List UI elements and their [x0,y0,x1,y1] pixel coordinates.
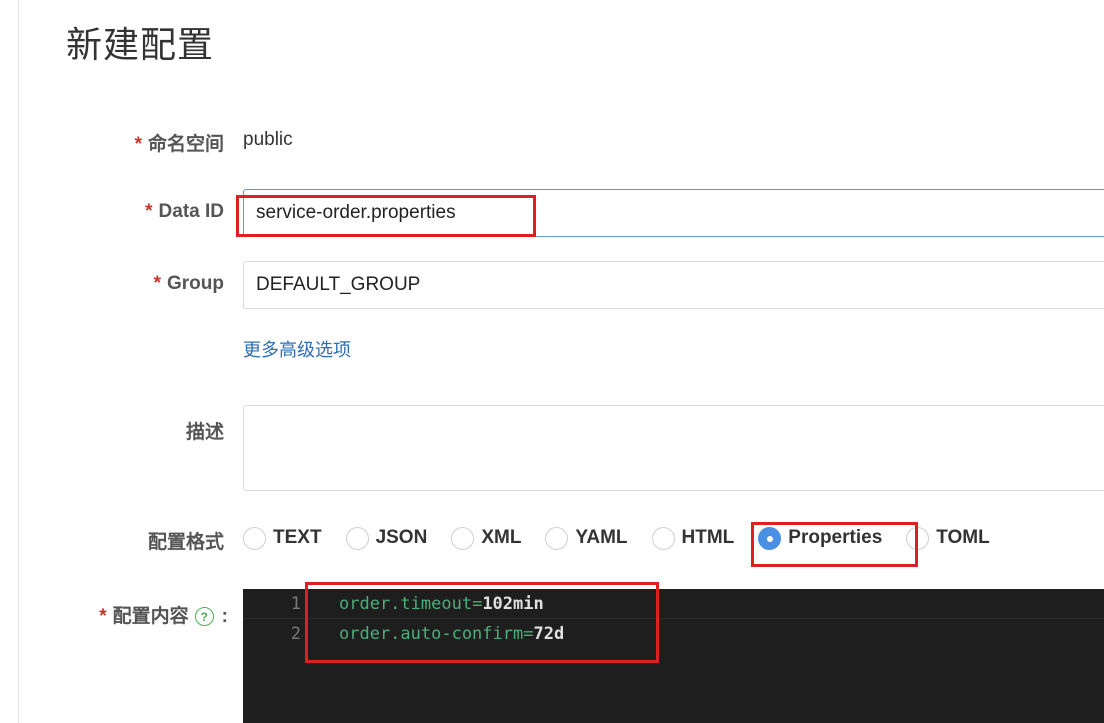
line-number: 2 [290,624,301,644]
editor-line: 2 order.auto-confirm=72d [243,619,1104,649]
format-option-yaml[interactable]: YAML [545,526,628,550]
data-id-input-value: service-order.properties [256,202,456,223]
description-textarea[interactable] [243,405,1104,491]
format-option-text[interactable]: TEXT [243,526,322,550]
help-question-icon[interactable]: ? [194,607,214,627]
property-key: order.timeout [339,593,473,614]
format-option-toml[interactable]: TOML [906,526,990,550]
namespace-value: public [243,129,293,150]
data-id-input[interactable]: service-order.properties [243,189,1104,237]
page-title: 新建配置 [66,24,215,65]
format-radio-group: TEXT JSON XML YAML HTML Properties TOML [243,522,1014,554]
group-input-value: DEFAULT_GROUP [256,274,421,295]
description-label: 描述 [185,422,224,443]
group-input[interactable]: DEFAULT_GROUP [243,261,1104,309]
property-value: 102min [482,593,544,614]
required-mark: * [153,273,161,294]
required-mark: * [99,606,107,627]
editor-line: 1 order.timeout=102min [243,589,1104,619]
format-option-json[interactable]: JSON [345,526,427,550]
advanced-options-link[interactable]: 更多高级选项 [243,336,351,362]
format-option-html[interactable]: HTML [651,526,734,550]
radio-circle-icon [545,526,569,550]
radio-circle-icon [651,526,675,550]
radio-selected-icon [758,526,782,550]
property-value: 72d [533,624,565,644]
data-id-label: * Data ID [145,201,224,222]
content-label: * 配置内容?: [99,606,228,627]
radio-circle-icon [345,526,369,550]
required-mark: * [145,201,153,222]
left-divider [18,0,19,723]
line-number: 1 [290,593,301,614]
format-option-xml[interactable]: XML [451,526,521,550]
radio-circle-icon [906,526,930,550]
property-key: order.auto-confirm [339,624,524,644]
radio-circle-icon [451,526,475,550]
group-label: * Group [153,273,224,294]
format-option-properties[interactable]: Properties [758,526,882,550]
required-mark: * [134,134,142,155]
namespace-label: * 命名空间 [134,134,224,155]
radio-circle-icon [243,526,266,550]
format-label: 配置格式 [147,532,224,553]
config-content-editor[interactable]: 1 order.timeout=102min 2 order.auto-conf… [243,589,1104,723]
